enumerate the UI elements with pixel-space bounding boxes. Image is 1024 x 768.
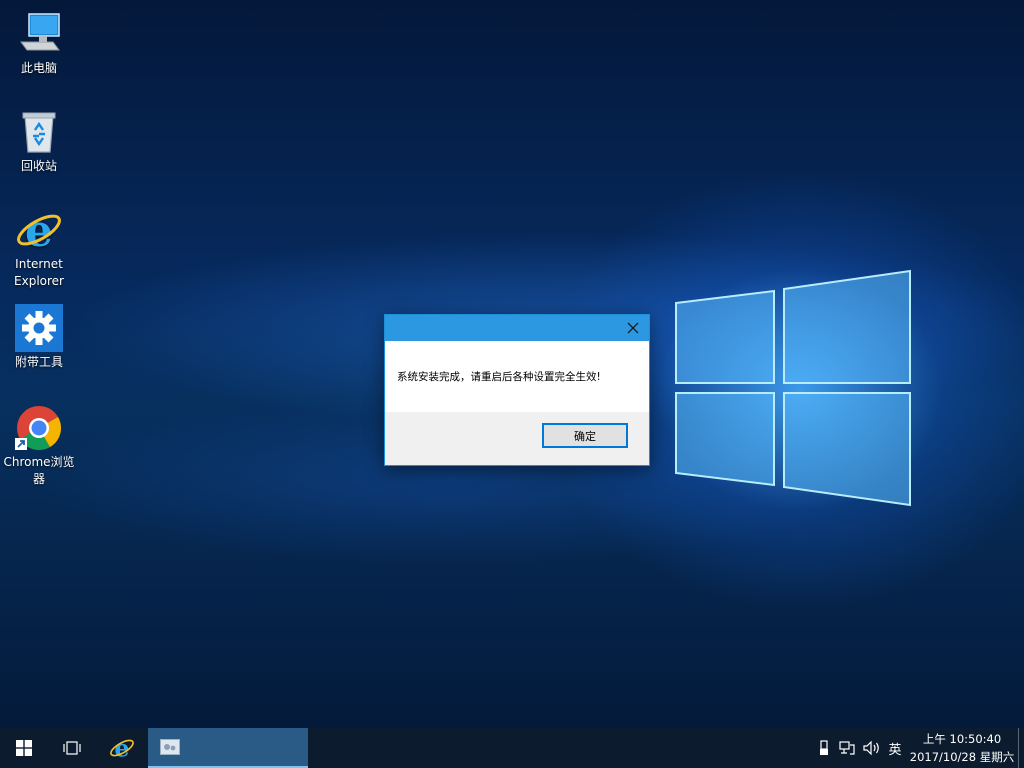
- computer-icon: [15, 10, 63, 58]
- svg-text:e: e: [25, 206, 53, 254]
- desktop: 此电脑 回收站 e Internet Explorer 附带工具 Chrome浏…: [0, 0, 1024, 728]
- dialog-titlebar[interactable]: [385, 315, 649, 341]
- taskbar: e 英 上午 10:50:40 2017/10/28 星期六: [0, 728, 1024, 768]
- gear-icon: [15, 304, 63, 352]
- input-language-indicator[interactable]: 英: [884, 728, 906, 768]
- svg-text:e: e: [114, 735, 129, 761]
- internet-explorer-icon: e: [110, 735, 134, 761]
- show-desktop-button[interactable]: [1018, 728, 1024, 768]
- clock-time: 上午 10:50:40: [922, 732, 1002, 746]
- desktop-icon-label: Chrome浏览器: [3, 455, 75, 486]
- start-button[interactable]: [0, 728, 48, 768]
- recycle-bin-icon: [15, 108, 63, 156]
- usb-device-icon[interactable]: [814, 728, 834, 768]
- desktop-icon-this-pc[interactable]: 此电脑: [2, 10, 76, 77]
- dialog-message: 系统安装完成，请重启后各种设置完全生效!: [397, 371, 601, 383]
- desktop-icon-recycle-bin[interactable]: 回收站: [2, 108, 76, 175]
- desktop-icon-label: Internet Explorer: [14, 257, 64, 288]
- taskbar-internet-explorer[interactable]: e: [98, 728, 146, 768]
- network-icon[interactable]: [836, 728, 858, 768]
- ok-button[interactable]: 确定: [542, 423, 628, 448]
- task-view-button[interactable]: [48, 728, 96, 768]
- desktop-icon-accessories[interactable]: 附带工具: [2, 304, 76, 371]
- desktop-icon-internet-explorer[interactable]: e Internet Explorer: [2, 206, 76, 290]
- taskbar-active-app[interactable]: [148, 728, 308, 768]
- volume-icon[interactable]: [860, 728, 884, 768]
- windows-logo-wallpaper: [675, 269, 911, 507]
- dialog-body: 系统安装完成，请重启后各种设置完全生效!: [385, 341, 649, 412]
- desktop-icon-label: 此电脑: [20, 61, 57, 75]
- system-clock[interactable]: 上午 10:50:40 2017/10/28 星期六: [906, 730, 1018, 766]
- desktop-icon-chrome[interactable]: Chrome浏览器: [2, 404, 76, 488]
- task-view-icon: [63, 741, 81, 755]
- clock-date: 2017/10/28 星期六: [909, 750, 1015, 764]
- app-window-icon: [160, 739, 180, 755]
- desktop-icon-label: 回收站: [20, 159, 57, 173]
- close-icon: [627, 322, 639, 334]
- desktop-icon-label: 附带工具: [14, 355, 63, 369]
- windows-start-icon: [16, 740, 32, 756]
- close-button[interactable]: [617, 315, 649, 341]
- dialog-footer: 确定: [385, 412, 649, 464]
- message-dialog: 系统安装完成，请重启后各种设置完全生效! 确定: [384, 314, 650, 466]
- internet-explorer-icon: e: [15, 206, 63, 257]
- chrome-icon: [15, 404, 63, 452]
